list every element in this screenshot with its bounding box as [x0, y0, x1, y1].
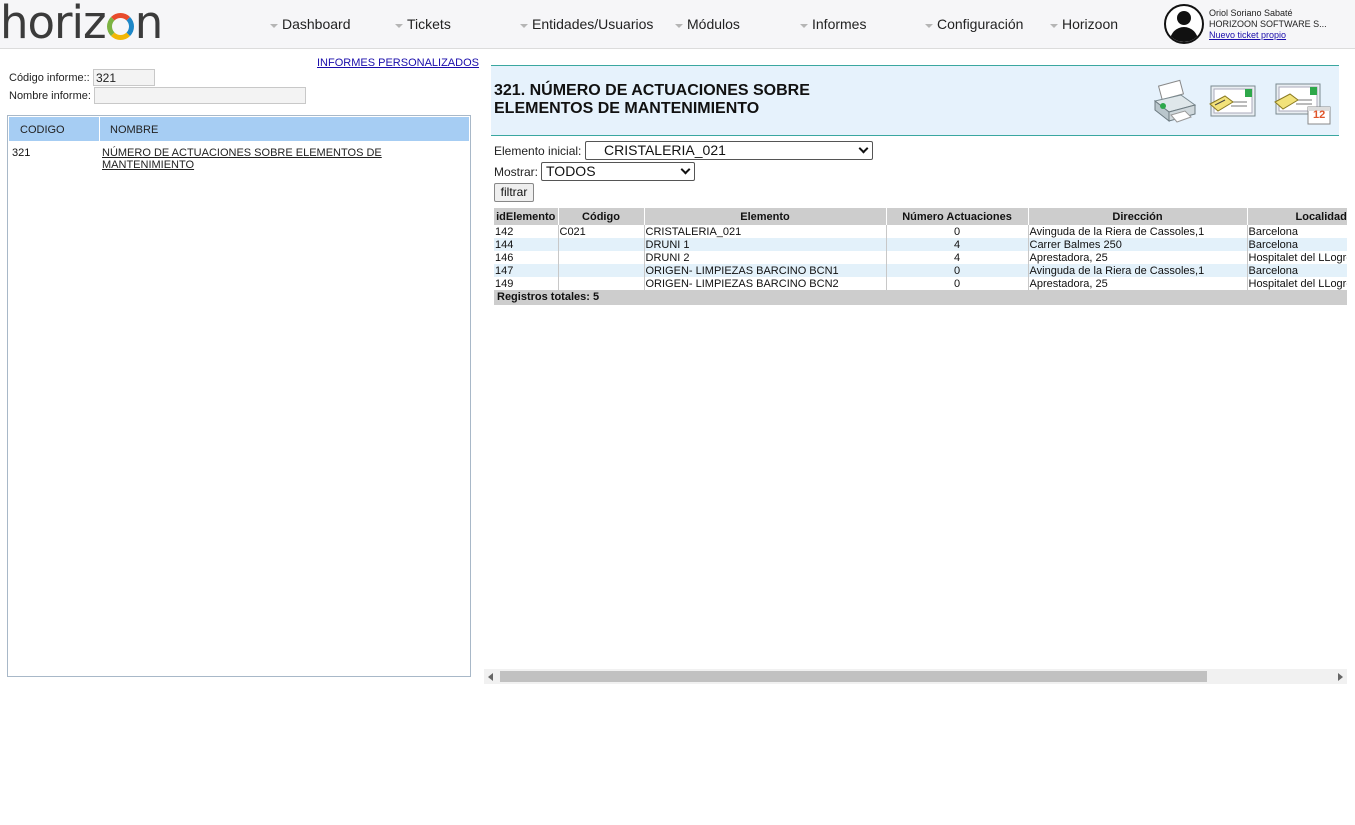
column-header-nombre[interactable]: NOMBRE	[110, 124, 158, 136]
results-grid: idElemento Código Elemento Número Actuac…	[494, 208, 1347, 306]
new-ticket-link[interactable]: Nuevo ticket propio	[1209, 30, 1286, 40]
horizoon-logo[interactable]: horiz n	[0, 0, 163, 49]
column-header-direccion[interactable]: Dirección	[1028, 208, 1248, 225]
column-header-elemento[interactable]: Elemento	[644, 208, 887, 225]
elemento-filter-label: Elemento inicial:	[494, 144, 582, 158]
table-header-row: idElemento Código Elemento Número Actuac…	[494, 208, 1347, 225]
nav-informes[interactable]: Informes	[800, 16, 866, 32]
report-name-input[interactable]	[94, 87, 306, 104]
nav-horizoon[interactable]: Horizoon	[1050, 16, 1118, 32]
email-icon[interactable]	[1209, 82, 1257, 120]
report-code-label: Código informe::	[9, 72, 90, 84]
column-header-idelemento[interactable]: idElemento	[494, 208, 559, 225]
report-list-header: CODIGO NOMBRE	[9, 117, 469, 141]
caret-down-icon	[800, 24, 808, 28]
table-row[interactable]: 142 C021 CRISTALERIA_021 0 Avinguda de la Ri…	[494, 225, 1347, 238]
nav-tickets[interactable]: Tickets	[395, 16, 451, 32]
scroll-right-icon[interactable]	[1338, 673, 1343, 681]
logo-ring-icon	[106, 13, 134, 40]
table-row[interactable]: 146 DRUNI 2 4 Aprestadora, 25 Hospitalet del…	[494, 251, 1347, 264]
user-avatar-icon[interactable]	[1164, 4, 1204, 44]
column-header-numero-actuaciones[interactable]: Número Actuaciones	[886, 208, 1029, 225]
horizontal-scrollbar[interactable]	[484, 669, 1347, 684]
column-header-localidad[interactable]: Localidad	[1247, 208, 1347, 225]
report-name-row: Nombre informe:	[9, 87, 306, 104]
nav-configuracion[interactable]: Configuración	[925, 16, 1023, 32]
caret-down-icon	[520, 24, 528, 28]
caret-down-icon	[395, 24, 403, 28]
nav-modulos[interactable]: Módulos	[675, 16, 740, 32]
table-totals: Registros totales: 5	[494, 290, 1347, 305]
filtrar-button[interactable]: filtrar	[494, 183, 534, 202]
nav-dashboard[interactable]: Dashboard	[270, 16, 351, 32]
user-company: HORIZOON SOFTWARE S...	[1209, 19, 1327, 29]
column-header-codigo[interactable]: Código	[558, 208, 645, 225]
user-name: Oriol Soriano Sabaté	[1209, 8, 1293, 18]
caret-down-icon	[1050, 24, 1058, 28]
elemento-inicial-select[interactable]: CRISTALERIA_021	[585, 141, 873, 160]
list-item[interactable]: 321 NÚMERO DE ACTUACIONES SOBRE ELEMENTO…	[8, 146, 468, 171]
report-code-row: Código informe::	[9, 69, 155, 86]
results-table: idElemento Código Elemento Número Actuac…	[494, 208, 1347, 290]
mostrar-select[interactable]: TODOS	[541, 162, 695, 181]
report-name-label: Nombre informe:	[9, 90, 91, 102]
mostrar-filter-label: Mostrar:	[494, 165, 539, 179]
printer-icon[interactable]	[1151, 79, 1199, 127]
informes-personalizados-link[interactable]: INFORMES PERSONALIZADOS	[317, 57, 479, 69]
table-row[interactable]: 149 ORIGEN- LIMPIEZAS BARCINO BCN2 0 Aprest…	[494, 277, 1347, 290]
caret-down-icon	[270, 24, 278, 28]
list-item-name-link[interactable]: NÚMERO DE ACTUACIONES SOBRE ELEMENTOS DE…	[102, 147, 382, 171]
list-item-code: 321	[12, 147, 31, 159]
scroll-left-icon[interactable]	[488, 673, 493, 681]
column-header-codigo[interactable]: CODIGO	[20, 124, 65, 136]
table-row[interactable]: 147 ORIGEN- LIMPIEZAS BARCINO BCN1 0 Avingu…	[494, 264, 1347, 277]
report-list: CODIGO NOMBRE 321 NÚMERO DE ACTUACIONES …	[7, 115, 471, 677]
report-code-input[interactable]	[93, 69, 155, 86]
chevron-down-icon	[680, 164, 691, 175]
report-header: 321. NÚMERO DE ACTUACIONES SOBRE ELEMENT…	[491, 65, 1339, 136]
report-title: 321. NÚMERO DE ACTUACIONES SOBRE ELEMENT…	[494, 82, 810, 117]
caret-down-icon	[675, 24, 683, 28]
table-row[interactable]: 144 DRUNI 1 4 Carrer Balmes 250 Barcelona	[494, 238, 1347, 251]
user-info: Oriol Soriano Sabaté HORIZOON SOFTWARE S…	[1209, 8, 1349, 41]
top-navigation-bar: horiz n Dashboard Tickets Entidades/Usuar…	[0, 0, 1355, 49]
nav-entidades-usuarios[interactable]: Entidades/Usuarios	[520, 16, 653, 32]
caret-down-icon	[925, 24, 933, 28]
scheduled-badge: 12	[1313, 109, 1326, 121]
scrollbar-thumb[interactable]	[500, 671, 1207, 682]
chevron-down-icon	[858, 143, 869, 154]
